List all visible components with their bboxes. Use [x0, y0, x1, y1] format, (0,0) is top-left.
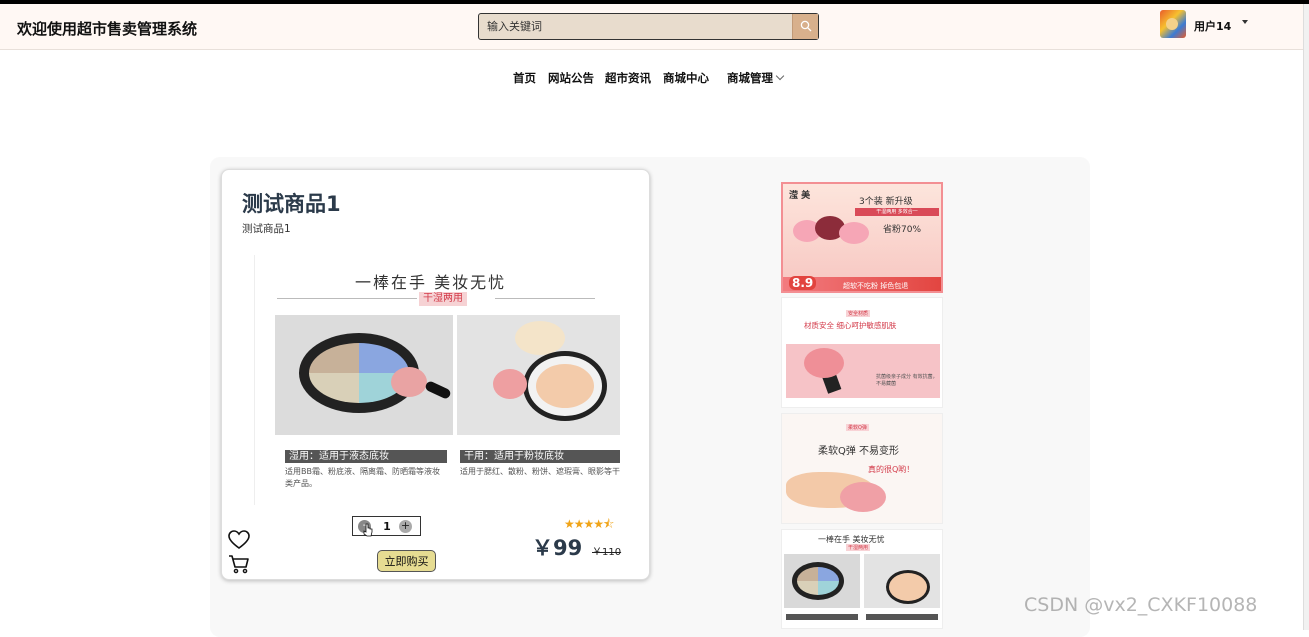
heart-icon[interactable] — [228, 530, 250, 550]
thumb-footer: 超软不吃粉 掉色包退 — [843, 282, 909, 290]
avatar[interactable] — [1160, 10, 1186, 38]
cursor-icon — [363, 523, 373, 537]
desc-wet: 适用BB霜、粉底液、隔离霜、防晒霜等液妆类产品。 — [285, 467, 440, 488]
cushion-graphic — [886, 570, 930, 604]
user-menu[interactable]: 用户14 — [1160, 8, 1260, 42]
photo-wet-use — [275, 315, 453, 435]
thumbnail-4[interactable]: 一棒在手 美妆无忧 干湿两用 — [781, 529, 943, 629]
search-input[interactable] — [479, 14, 793, 39]
nav-item-news[interactable]: 超市资讯 — [605, 70, 651, 86]
header: 欢迎使用超市售卖管理系统 用户14 — [0, 4, 1303, 50]
desc-dry: 适用于腮红、散粉、粉饼、遮瑕膏、眼影等干粉类产品。 — [460, 467, 620, 476]
chevron-down-icon — [775, 71, 785, 81]
search-icon — [800, 20, 812, 32]
caret-down-icon[interactable] — [1242, 20, 1248, 24]
caption-wet: 湿用：适用于液态底妆 — [285, 450, 447, 463]
thumb-tag: 安全材质 — [846, 310, 871, 317]
thumb-note: 抗菌级亲子成分 有效抗菌，不易藏菌 — [876, 374, 938, 387]
thumb-photo — [864, 554, 940, 608]
thumb-caption-bar — [866, 614, 938, 620]
main-nav: 首页 网站公告 超市资讯 商城中心 商城管理 — [0, 64, 1303, 90]
caption-dry: 干用：适用于粉妆底妆 — [460, 450, 620, 463]
buy-now-button[interactable]: 立即购买 — [377, 550, 436, 572]
quantity-increment-button[interactable]: + — [399, 520, 412, 533]
product-card: 测试商品1 测试商品1 一棒在手 美妆无忧 干湿两用 湿用：适用于液态底妆 干用… — [221, 169, 650, 580]
thumb-brand: 滢 美 — [789, 191, 811, 201]
cushion-graphic — [523, 351, 607, 421]
thumb-heading: 3个装 新升级 — [859, 197, 913, 207]
puff-graphic — [515, 321, 565, 355]
cushion-powder — [536, 364, 594, 408]
thumb-tag: 柔软Q弹 — [846, 424, 869, 431]
puff-graphic — [493, 369, 527, 399]
thumb-heading: 材质安全 细心呵护敏感肌肤 — [804, 321, 897, 330]
cart-icon[interactable] — [228, 554, 250, 574]
divider — [277, 298, 417, 299]
search-button[interactable] — [792, 14, 818, 39]
nav-item-mall-admin-label: 商城管理 — [727, 71, 773, 85]
price: ￥99 — [532, 536, 583, 560]
nav-item-mall-center[interactable]: 商城中心 — [663, 70, 709, 86]
quantity-value[interactable]: 1 — [381, 520, 393, 533]
thumb-price: 8.9 — [789, 276, 817, 290]
thumb-save: 省粉70% — [883, 225, 922, 235]
user-name[interactable]: 用户14 — [1194, 18, 1231, 34]
product-title: 测试商品1 — [242, 192, 341, 216]
thumb-photo — [784, 554, 860, 608]
photo-dry-use — [457, 315, 620, 435]
product-subtitle: 测试商品1 — [242, 223, 291, 235]
compact-palette — [797, 567, 839, 595]
thumb-band: 干湿两用 多效合一 — [855, 208, 939, 216]
thumbnail-3[interactable]: 柔软Q弹 柔软Q弹 不易变形 真的很Q哟！ — [781, 413, 943, 524]
watermark: CSDN @vx2_CXKF10088 — [1024, 594, 1258, 616]
image-tag: 干湿两用 — [419, 292, 467, 306]
divider — [495, 298, 595, 299]
thumb-caption-bar — [786, 614, 858, 620]
image-heading: 一棒在手 美妆无忧 — [355, 273, 507, 292]
puff-graphic — [839, 222, 869, 244]
puff-graphic — [391, 367, 427, 397]
thumb-tag: 干湿两用 — [846, 544, 871, 551]
nav-item-mall-admin[interactable]: 商城管理 — [727, 70, 785, 86]
thumbnail-1[interactable]: 滢 美 3个装 新升级 干湿两用 多效合一 省粉70% 8.9 超软不吃粉 掉色… — [781, 182, 943, 293]
thumb-heading: 柔软Q弹 不易变形 — [818, 446, 900, 457]
product-main-image: 一棒在手 美妆无忧 干湿两用 湿用：适用于液态底妆 干用：适用于粉妆底妆 适用B… — [254, 255, 620, 505]
thumb-q: 真的很Q哟！ — [868, 465, 915, 474]
thumbnail-2[interactable]: 安全材质 材质安全 细心呵护敏感肌肤 抗菌级亲子成分 有效抗菌，不易藏菌 — [781, 297, 943, 408]
site-title: 欢迎使用超市售卖管理系统 — [17, 20, 198, 38]
original-price: ￥110 — [592, 547, 622, 558]
handle-graphic — [424, 379, 452, 401]
nav-item-home[interactable]: 首页 — [513, 70, 536, 86]
nav-item-announcements[interactable]: 网站公告 — [548, 70, 594, 86]
thumb-photo: 抗菌级亲子成分 有效抗菌，不易藏菌 — [786, 344, 940, 398]
compact-graphic — [792, 562, 844, 600]
puff-graphic — [804, 348, 844, 378]
scrollbar[interactable] — [1303, 4, 1309, 630]
puff-graphic — [840, 482, 886, 512]
search-box — [478, 13, 819, 40]
